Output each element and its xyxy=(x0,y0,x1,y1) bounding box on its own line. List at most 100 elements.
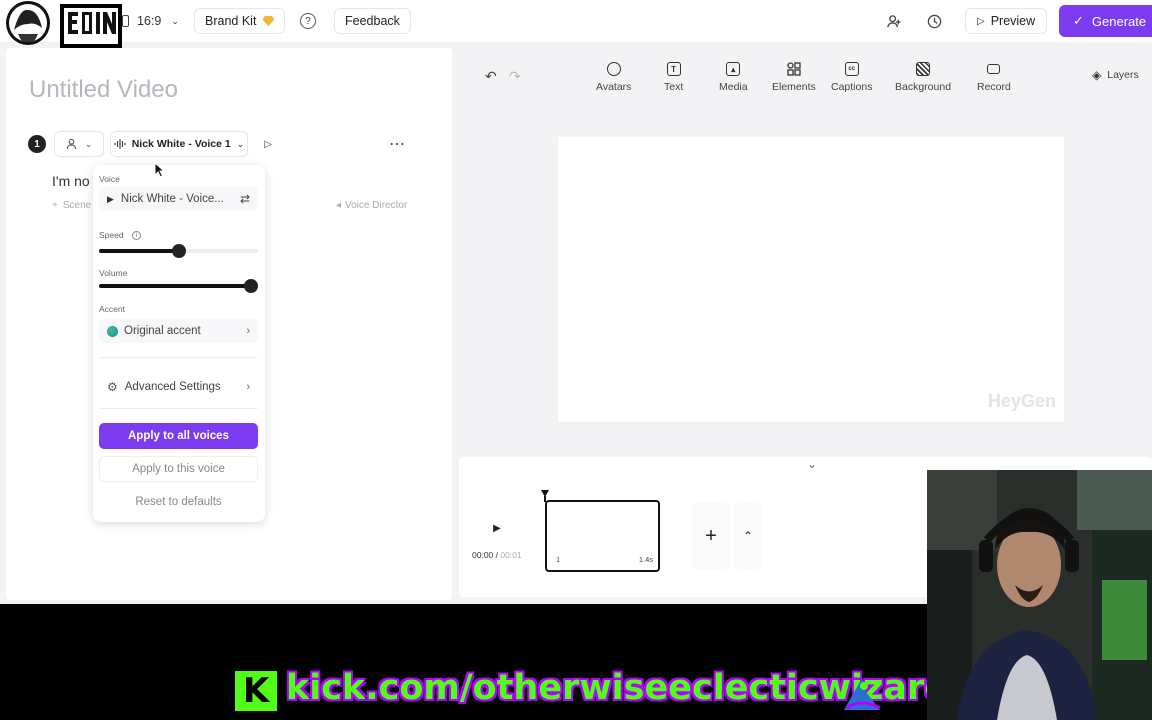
person-icon xyxy=(66,138,76,150)
avatar-select[interactable]: ⌄ xyxy=(54,131,104,157)
waveform-icon xyxy=(114,139,126,149)
accent-select-label: Original accent xyxy=(124,325,201,337)
speed-slider-knob[interactable] xyxy=(171,244,186,258)
add-scene-button[interactable]: + Scene xyxy=(52,200,91,211)
volume-slider[interactable] xyxy=(99,279,258,293)
chevron-down-icon: ⌄ xyxy=(171,15,179,26)
captions-icon: cc xyxy=(844,62,859,76)
time-current: 00:00 xyxy=(472,550,494,560)
clip-duration: 1.4s xyxy=(638,555,653,564)
apply-to-this-voice-button[interactable]: Apply to this voice xyxy=(99,456,258,482)
chevron-up-icon: ⌃ xyxy=(742,529,754,543)
swap-icon: ⇄ xyxy=(239,192,250,206)
toolbar-media[interactable]: ▴ Media xyxy=(719,62,748,93)
globe-icon xyxy=(107,325,118,337)
advanced-settings-button[interactable]: ⚙ Advanced Settings › xyxy=(99,375,258,399)
divider xyxy=(99,357,258,358)
more-options-icon[interactable]: ⋯ xyxy=(386,131,408,157)
toolbar-captions-label: Captions xyxy=(831,81,873,93)
feedback-label: Feedback xyxy=(345,14,400,28)
history-icon[interactable] xyxy=(922,9,946,33)
check-icon: ✓ xyxy=(1073,13,1084,28)
top-bar: 16:9 ⌄ Brand Kit ? Feedback ▷ Preview ✓ … xyxy=(0,0,1152,42)
advanced-settings-label: Advanced Settings xyxy=(124,381,221,393)
aspect-ratio-select[interactable]: 16:9 ⌄ xyxy=(122,8,179,34)
undo-button[interactable]: ↶ xyxy=(485,68,497,85)
wizard-icon xyxy=(844,678,881,710)
voice-settings-popup: Voice ▶ Nick White - Voice... ⇄ Speed i … xyxy=(93,165,265,522)
reset-to-defaults-button[interactable]: Reset to defaults xyxy=(99,489,258,515)
voice-select[interactable]: Nick White - Voice 1 ⌄ xyxy=(110,131,248,157)
elements-icon xyxy=(787,62,801,76)
play-icon: ▷ xyxy=(977,15,985,27)
kick-logo: K xyxy=(235,671,277,711)
voice-picker[interactable]: ▶ Nick White - Voice... ⇄ xyxy=(99,187,258,211)
volume-slider-fill xyxy=(99,284,251,288)
timeline-clip[interactable]: 1 1.4s xyxy=(545,500,660,572)
help-icon[interactable]: ? xyxy=(300,13,316,29)
voice-label: Voice xyxy=(99,174,120,184)
toolbar-avatars-label: Avatars xyxy=(596,81,632,93)
play-icon: ▶ xyxy=(107,193,114,204)
toolbar-elements[interactable]: Elements xyxy=(772,62,816,93)
redo-icon: ↷ xyxy=(509,68,521,84)
generate-label: Generate xyxy=(1091,13,1147,29)
voice-select-label: Nick White - Voice 1 xyxy=(131,138,231,150)
background-icon xyxy=(916,62,931,76)
playhead-line xyxy=(544,496,546,502)
toolbar-elements-label: Elements xyxy=(772,81,816,93)
timeline-time: 00:00 / 00:01 xyxy=(472,550,522,560)
feedback-button[interactable]: Feedback xyxy=(334,8,411,34)
voice-director-button[interactable]: ◂ Voice Director xyxy=(336,200,407,211)
undo-icon: ↶ xyxy=(485,68,497,84)
heygen-watermark: HeyGen xyxy=(987,391,1056,411)
timeline-play-button[interactable]: ▶ xyxy=(487,518,507,538)
diamond-icon xyxy=(262,16,275,26)
divider xyxy=(99,408,258,409)
text-icon: T xyxy=(666,62,681,76)
video-title[interactable]: Untitled Video xyxy=(29,76,178,104)
apply-to-all-voices-button[interactable]: Apply to all voices xyxy=(99,423,258,449)
script-text[interactable]: I'm no xyxy=(52,173,90,189)
brand-kit-label: Brand Kit xyxy=(205,14,257,28)
webcam-image xyxy=(927,470,1152,720)
scene-play-button[interactable]: ▷ xyxy=(256,131,280,157)
toolbar-text[interactable]: T Text xyxy=(664,62,683,93)
play-icon: ▷ xyxy=(264,138,272,150)
mouse-cursor-icon xyxy=(154,162,166,178)
toolbar-background[interactable]: Background xyxy=(895,62,951,93)
add-collaborator-icon[interactable] xyxy=(882,9,906,33)
layers-label: Layers xyxy=(1107,69,1139,81)
accent-select[interactable]: Original accent › xyxy=(99,319,258,343)
generate-button[interactable]: ✓ Generate xyxy=(1059,5,1152,37)
volume-slider-knob[interactable] xyxy=(244,279,258,293)
redo-button[interactable]: ↷ xyxy=(509,68,521,85)
add-scene-button[interactable]: + xyxy=(692,503,730,569)
volume-label: Volume xyxy=(99,268,128,278)
toolbar-text-label: Text xyxy=(664,81,684,93)
brand-kit-button[interactable]: Brand Kit xyxy=(194,8,286,34)
toolbar-background-label: Background xyxy=(895,81,952,93)
record-icon xyxy=(987,64,1001,74)
video-canvas[interactable]: HeyGen xyxy=(558,137,1064,422)
chevron-right-icon: › xyxy=(246,325,250,337)
preview-label: Preview xyxy=(990,14,1036,28)
speed-slider-fill xyxy=(99,249,179,253)
toolbar-captions[interactable]: cc Captions xyxy=(831,62,872,93)
plus-icon: + xyxy=(52,200,58,211)
speed-slider[interactable] xyxy=(99,244,258,258)
preview-button[interactable]: ▷ Preview xyxy=(965,8,1048,34)
play-icon: ▶ xyxy=(493,522,501,534)
toolbar-media-label: Media xyxy=(719,81,748,93)
toolbar-avatars[interactable]: Avatars xyxy=(596,62,631,93)
layers-button[interactable]: ◈ Layers xyxy=(1092,68,1139,82)
expand-scenes-button[interactable]: ⌃ xyxy=(734,503,762,569)
streamer-logo xyxy=(0,0,124,50)
collapse-timeline-icon[interactable]: ⌄ xyxy=(807,457,817,471)
avatar-icon xyxy=(606,62,621,76)
toolbar-record[interactable]: Record xyxy=(977,62,1011,93)
chevron-right-icon: › xyxy=(246,381,250,393)
chevron-down-icon: ⌄ xyxy=(84,138,93,149)
media-icon: ▴ xyxy=(726,62,741,76)
time-total: 00:01 xyxy=(500,550,522,560)
